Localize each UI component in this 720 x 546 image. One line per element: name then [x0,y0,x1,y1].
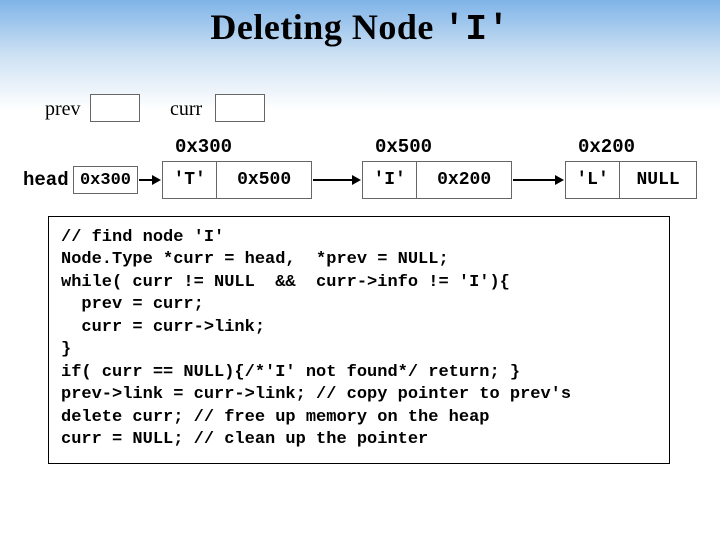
code-listing: // find node 'I' Node.Type *curr = head,… [61,227,657,451]
page-title: Deleting Node 'I' [0,6,720,50]
address-node-l: 0x200 [578,136,635,158]
node-t-link: 0x500 [217,162,311,198]
node-i-link: 0x200 [417,162,511,198]
arrow-t-to-i [313,179,359,181]
title-mono: 'I' [443,9,509,50]
address-node-i: 0x500 [375,136,432,158]
node-t-info: 'T' [163,162,217,198]
node-i: 'I' 0x200 [362,161,512,199]
node-i-info: 'I' [363,162,417,198]
curr-pointer-box [215,94,265,122]
prev-pointer-label: prev [45,98,81,121]
node-l: 'L' NULL [565,161,697,199]
arrow-head-to-t [139,179,159,181]
code-box: // find node 'I' Node.Type *curr = head,… [48,216,670,464]
head-pointer-box: 0x300 [73,166,138,194]
title-text: Deleting Node [210,7,443,47]
prev-pointer-box [90,94,140,122]
node-t: 'T' 0x500 [162,161,312,199]
node-l-link: NULL [620,162,696,198]
address-node-t: 0x300 [175,136,232,158]
curr-pointer-label: curr [170,98,202,121]
arrow-i-to-l [513,179,562,181]
node-l-info: 'L' [566,162,620,198]
head-label: head [23,169,69,191]
